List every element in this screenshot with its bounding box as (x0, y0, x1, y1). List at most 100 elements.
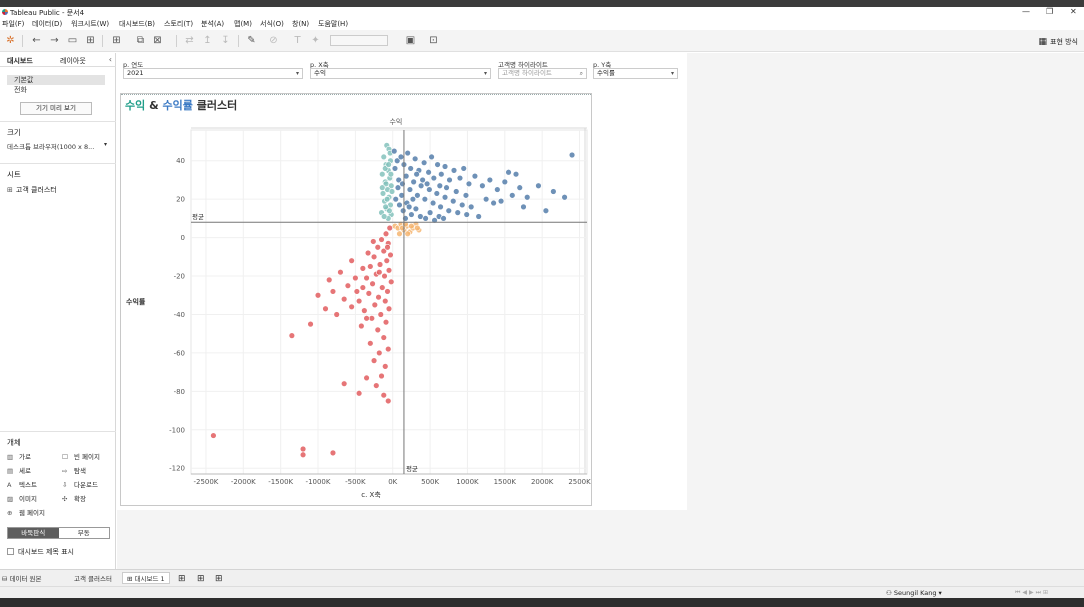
object-web-page[interactable]: ⊕ 웹 페이지 (7, 507, 45, 517)
device-default[interactable]: 기본값 (7, 75, 105, 85)
tab-dashboard[interactable]: 대시보드 (7, 56, 33, 66)
toolbar: ✲ ← → ▭ ⊞ ⊞ ⧉ ⊠ ⇄ ↥ ↧ ✎ ⊘ T ✦ ▣ ⊡ ▦ 표현 방식 (0, 30, 1084, 52)
new-sheet-icon[interactable]: ⊞ (111, 35, 122, 46)
data-point (471, 172, 479, 180)
param-x-axis-select[interactable]: 수익 ▾ (310, 68, 491, 79)
object-label: 다운로드 (74, 481, 98, 489)
data-point (352, 274, 359, 282)
tableau-home-icon[interactable]: ✲ (5, 35, 16, 46)
object-label: 이미지 (19, 495, 37, 503)
sort-asc-icon[interactable]: ↥ (202, 35, 213, 46)
new-story-icon[interactable]: ⊞ (215, 573, 223, 585)
data-point (436, 182, 444, 189)
search-icon: ⌕ (579, 70, 583, 77)
scatter-sheet-icon: ⊞ (7, 186, 13, 194)
show-cards-icon[interactable]: ▣ (405, 35, 416, 46)
param-y-axis-select[interactable]: 수익률 ▾ (593, 68, 678, 79)
sort-desc-icon[interactable]: ↧ (220, 35, 231, 46)
object-navigation[interactable]: ⇨ 탐색 (62, 465, 86, 475)
data-point (408, 211, 415, 218)
menu-window[interactable]: 창(N) (292, 19, 309, 29)
param-year-select[interactable]: 2021 ▾ (123, 68, 303, 79)
tiled-option[interactable]: 바둑판식 (8, 528, 59, 538)
fit-dropdown[interactable] (330, 35, 388, 46)
menu-file[interactable]: 파일(F) (2, 19, 24, 29)
user-menu[interactable]: ⚇ Seungil Kang ▾ (886, 589, 942, 597)
data-point (404, 149, 411, 157)
new-dashboard-icon[interactable]: ⊞ (197, 573, 205, 585)
data-point (386, 224, 393, 232)
tab-customer-cluster[interactable]: 고객 클러스터 (74, 573, 112, 585)
data-point (450, 167, 458, 174)
save-icon[interactable]: ▭ (67, 35, 78, 46)
data-point (456, 174, 464, 182)
data-point (440, 215, 447, 222)
object-image[interactable]: ▨ 이미지 (7, 493, 37, 503)
data-point (453, 188, 460, 195)
menu-story[interactable]: 스토리(T) (164, 19, 193, 29)
label-icon[interactable]: T (292, 35, 303, 46)
tab-layout[interactable]: 레이아웃 (60, 56, 86, 66)
device-preview-button[interactable]: 기기 미리 보기 (20, 102, 92, 115)
back-icon[interactable]: ← (31, 35, 42, 46)
sheet-item-customer-cluster[interactable]: ⊞ 고객 클러스터 (7, 185, 57, 195)
present-mode-button[interactable]: ▦ 표현 방식 (1038, 37, 1078, 47)
object-extension[interactable]: ✣ 확장 (62, 493, 86, 503)
presentation-mode-icon[interactable]: ⊡ (428, 35, 439, 46)
object-vertical[interactable]: ▤ 세로 (7, 465, 31, 475)
group-icon[interactable]: ⊘ (268, 35, 279, 46)
data-point (420, 159, 428, 166)
menu-analysis[interactable]: 분석(A) (201, 19, 224, 29)
menu-map[interactable]: 맵(M) (234, 19, 252, 29)
new-sheet-icon[interactable]: ⊞ (178, 573, 186, 585)
data-point (391, 147, 398, 155)
horizontal-icon: ▥ (7, 453, 14, 461)
scatter-sheet[interactable]: 수익 & 수익률 클러스터 40 20 0 -20 -40 -60 -80 -100 -120-… (120, 93, 592, 506)
data-point (383, 195, 391, 203)
chevron-down-icon: ▾ (483, 70, 487, 77)
object-horizontal[interactable]: ▥ 가로 (7, 451, 31, 461)
menu-worksheet[interactable]: 워크시트(W) (71, 19, 109, 29)
tab-data-source[interactable]: ⛁ 데이터 원본 (2, 573, 41, 585)
data-point (459, 201, 466, 209)
pin-icon[interactable]: ✦ (310, 35, 321, 46)
data-point (450, 197, 457, 205)
divider (0, 431, 116, 432)
sheet-nav-icons[interactable]: ⏮◀▶⏭⊞ (1015, 589, 1050, 597)
y-tick-label: -60 (174, 349, 185, 357)
data-point (376, 349, 383, 357)
new-data-source-icon[interactable]: ⊞ (85, 35, 96, 46)
data-point (377, 311, 384, 318)
highlight-search-input[interactable]: 고객명 하이라이트 ⌕ (498, 68, 587, 79)
top-axis-title: 수익 (389, 118, 402, 126)
clear-sheet-icon[interactable]: ⊠ (152, 35, 163, 46)
tab-dashboard-1[interactable]: ⊞ 대시보드 1 (122, 572, 170, 584)
data-point (462, 192, 470, 199)
restore-button[interactable]: ❐ (1046, 7, 1053, 16)
object-text[interactable]: A 텍스트 (7, 479, 37, 489)
object-download[interactable]: ⇩ 다운로드 (62, 479, 98, 489)
menu-help[interactable]: 도움말(H) (318, 19, 348, 29)
swap-icon[interactable]: ⇄ (184, 35, 195, 46)
object-blank[interactable]: ☐ 빈 페이지 (62, 451, 100, 461)
forward-icon[interactable]: → (49, 35, 60, 46)
close-button[interactable]: ✕ (1070, 7, 1077, 16)
highlight-icon[interactable]: ✎ (246, 35, 257, 46)
minimize-button[interactable]: — (1022, 7, 1030, 16)
menu-data[interactable]: 데이터(D) (32, 19, 62, 29)
bottom-strip (0, 598, 1084, 607)
device-phone[interactable]: 전화 (7, 85, 105, 95)
show-dashboard-title-checkbox[interactable]: 대시보드 제목 표시 (7, 547, 74, 557)
collapse-panel-icon[interactable]: ‹ (109, 55, 112, 64)
floating-option[interactable]: 부동 (58, 528, 109, 538)
data-point (426, 186, 433, 193)
duplicate-icon[interactable]: ⧉ (135, 35, 146, 46)
x-tick-label: 2500K (568, 478, 591, 486)
toolbar-separator (102, 35, 103, 47)
menu-format[interactable]: 서식(O) (260, 19, 284, 29)
data-point (509, 192, 516, 199)
size-dropdown[interactable]: 데스크톱 브라우저(1000 x 8... ▾ (7, 141, 107, 152)
data-point (355, 390, 363, 397)
menu-dashboard[interactable]: 대시보드(B) (119, 19, 155, 29)
data-point (399, 207, 407, 214)
